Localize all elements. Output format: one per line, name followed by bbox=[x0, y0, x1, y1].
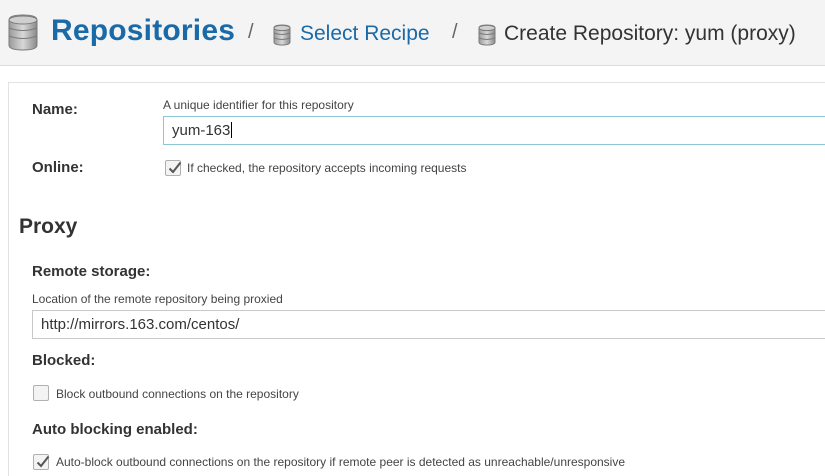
page-header: Repositories / Select Recipe / Create Re… bbox=[0, 0, 825, 66]
auto-blocking-checkbox[interactable] bbox=[33, 454, 50, 470]
name-input-value: yum-163 bbox=[172, 122, 231, 139]
name-input[interactable]: yum-163 bbox=[163, 116, 825, 145]
remote-storage-input-value: http://mirrors.163.com/centos/ bbox=[41, 316, 240, 333]
blocked-checkbox-label: Block outbound connections on the reposi… bbox=[56, 387, 299, 401]
breadcrumb-select-recipe-link[interactable]: Select Recipe bbox=[300, 22, 430, 46]
remote-storage-help-text: Location of the remote repository being … bbox=[32, 292, 283, 306]
name-help-text: A unique identifier for this repository bbox=[163, 98, 354, 112]
database-icon bbox=[478, 24, 496, 46]
remote-storage-input[interactable]: http://mirrors.163.com/centos/ bbox=[32, 310, 825, 339]
database-icon bbox=[8, 14, 38, 51]
blocked-checkbox[interactable] bbox=[33, 385, 49, 401]
online-label: Online: bbox=[32, 159, 84, 176]
checkmark-icon bbox=[168, 161, 182, 174]
database-icon bbox=[273, 24, 291, 46]
proxy-section-title: Proxy bbox=[19, 215, 78, 238]
remote-storage-label: Remote storage: bbox=[32, 263, 151, 280]
text-caret bbox=[231, 122, 233, 138]
name-label: Name: bbox=[32, 101, 78, 118]
breadcrumb-current-page: Create Repository: yum (proxy) bbox=[504, 22, 796, 45]
breadcrumb-repositories-link[interactable]: Repositories bbox=[51, 14, 235, 48]
breadcrumb-separator: / bbox=[248, 21, 254, 43]
online-checkbox-label: If checked, the repository accepts incom… bbox=[187, 161, 467, 175]
online-checkbox[interactable] bbox=[165, 160, 182, 176]
blocked-label: Blocked: bbox=[32, 352, 96, 369]
breadcrumb-separator: / bbox=[452, 21, 458, 43]
auto-blocking-checkbox-label: Auto-block outbound connections on the r… bbox=[56, 455, 626, 469]
auto-blocking-label: Auto blocking enabled: bbox=[32, 421, 198, 438]
checkmark-icon bbox=[36, 455, 50, 468]
